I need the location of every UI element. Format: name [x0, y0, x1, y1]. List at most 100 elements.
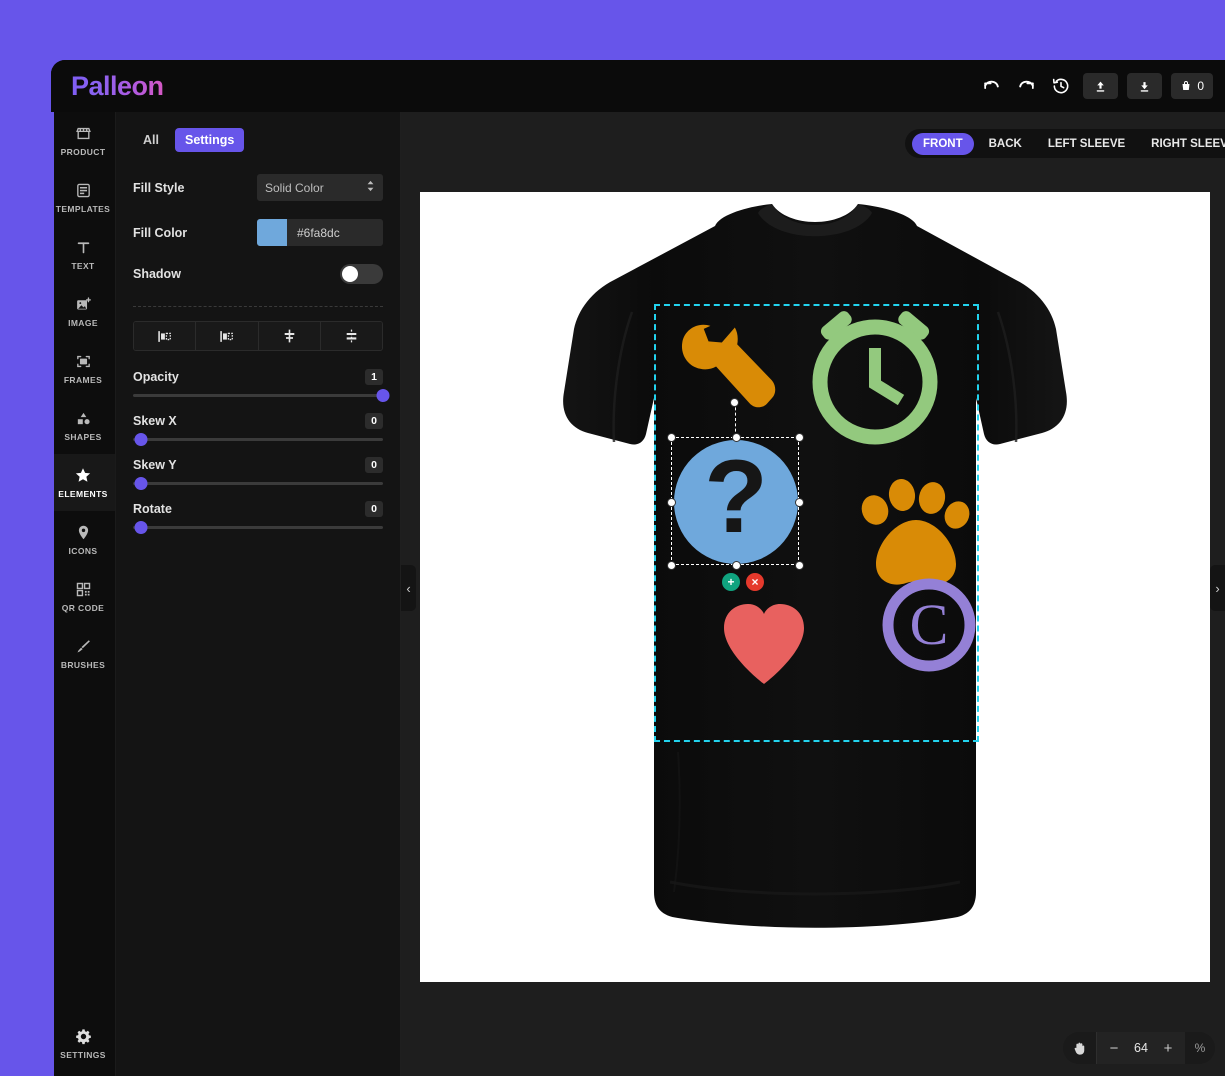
upload-button[interactable]	[1083, 73, 1119, 99]
skew-y-track[interactable]	[133, 477, 383, 490]
shadow-label: Shadow	[133, 267, 181, 281]
align-horizontal-right-icon[interactable]	[196, 322, 259, 350]
shadow-toggle[interactable]	[340, 264, 383, 284]
sidebar-item-label: QR CODE	[61, 603, 105, 613]
align-horizontal-left-icon[interactable]	[134, 322, 197, 350]
skew-x-value: 0	[365, 413, 383, 429]
qrcode-icon	[75, 580, 92, 598]
skew-x-track[interactable]	[133, 433, 383, 446]
redo-icon[interactable]	[1013, 73, 1039, 99]
sidebar-item-icons[interactable]: ICONS	[51, 511, 115, 568]
app-window: Palleon 0 PRODUCT TEMPLATES TEXT IMAGE F…	[51, 60, 1225, 1076]
resize-handle-top-left[interactable]	[667, 433, 676, 442]
fill-style-value: Solid Color	[265, 180, 324, 195]
zoom-value[interactable]: 64	[1127, 1041, 1155, 1055]
sidebar-item-elements[interactable]: ELEMENTS	[51, 454, 115, 511]
distribute-vertical-icon[interactable]	[320, 322, 382, 350]
download-button[interactable]	[1127, 73, 1163, 99]
text-icon	[75, 238, 92, 256]
toggle-knob	[342, 266, 358, 282]
cart-button[interactable]: 0	[1171, 73, 1213, 99]
sidebar-item-label: TEXT	[71, 261, 95, 271]
skew-y-knob[interactable]	[134, 477, 147, 490]
star-icon	[74, 466, 92, 484]
opacity-knob[interactable]	[376, 389, 390, 402]
skew-x-knob[interactable]	[134, 433, 147, 446]
svg-text:C: C	[910, 592, 949, 657]
selection-box[interactable]	[667, 433, 804, 570]
fill-style-select[interactable]: Solid Color	[257, 174, 383, 201]
rail-spacer	[51, 682, 115, 1015]
opacity-track[interactable]	[133, 389, 390, 402]
tab-all[interactable]: All	[133, 128, 169, 152]
tab-settings[interactable]: Settings	[174, 128, 245, 152]
undo-icon[interactable]	[978, 73, 1004, 99]
sidebar-item-text[interactable]: TEXT	[51, 226, 115, 283]
fill-color-label: Fill Color	[133, 225, 188, 240]
collapse-panel-left-button[interactable]: ‹	[401, 565, 416, 611]
fill-color-swatch[interactable]	[257, 219, 287, 246]
app-body: PRODUCT TEMPLATES TEXT IMAGE FRAMES SHAP…	[51, 112, 1225, 1076]
pan-hand-icon[interactable]	[1063, 1032, 1097, 1064]
resize-handle-middle-left[interactable]	[667, 498, 676, 507]
align-vertical-center-icon[interactable]	[258, 322, 321, 350]
tab-left-sleeve[interactable]: LEFT SLEEVE	[1037, 133, 1136, 155]
fill-style-label: Fill Style	[133, 180, 185, 195]
pin-icon	[75, 523, 92, 541]
design-canvas[interactable]: ? C + ×	[420, 192, 1210, 982]
resize-handle-bottom-left[interactable]	[667, 561, 676, 570]
skew-x-header: Skew X 0	[133, 413, 383, 429]
sidebar-item-product[interactable]: PRODUCT	[51, 112, 115, 169]
sidebar-item-label: FRAMES	[63, 375, 103, 385]
panel-divider	[133, 306, 383, 307]
fill-color-input[interactable]: #6fa8dc	[257, 219, 383, 246]
brush-icon	[75, 637, 92, 655]
zoom-unit-button[interactable]: %	[1185, 1032, 1215, 1064]
gear-icon	[75, 1027, 92, 1045]
sidebar-item-templates[interactable]: TEMPLATES	[51, 169, 115, 226]
zoom-out-button[interactable]: −	[1101, 1032, 1127, 1064]
rotate-header: Rotate 0	[133, 501, 383, 517]
tab-front[interactable]: FRONT	[912, 132, 974, 155]
skew-x-label: Skew X	[133, 414, 177, 428]
tab-back[interactable]: BACK	[978, 133, 1033, 155]
opacity-value: 1	[365, 369, 383, 385]
sidebar-item-frames[interactable]: FRAMES	[51, 340, 115, 397]
fill-color-row: Fill Color #6fa8dc	[133, 219, 383, 246]
zoom-in-button[interactable]: +	[1155, 1032, 1181, 1064]
history-icon[interactable]	[1048, 73, 1074, 99]
sidebar-item-label: TEMPLATES	[55, 204, 111, 214]
resize-handle-middle-right[interactable]	[795, 498, 804, 507]
rotate-knob[interactable]	[134, 521, 147, 534]
sidebar-item-qr-code[interactable]: QR CODE	[51, 568, 115, 625]
duplicate-element-button[interactable]: +	[722, 573, 740, 591]
delete-element-button[interactable]: ×	[746, 573, 764, 591]
resize-handle-top-center[interactable]	[732, 433, 741, 442]
resize-handle-bottom-center[interactable]	[732, 561, 741, 570]
align-toolbar	[133, 321, 383, 351]
rotate-label: Rotate	[133, 502, 172, 516]
tab-right-sleeve[interactable]: RIGHT SLEEVE	[1140, 133, 1225, 155]
sidebar-item-shapes[interactable]: SHAPES	[51, 397, 115, 454]
canvas-workspace[interactable]: FRONT BACK LEFT SLEEVE RIGHT SLEEVE	[401, 112, 1225, 1076]
rotate-value: 0	[365, 501, 383, 517]
resize-handle-top-right[interactable]	[795, 433, 804, 442]
sidebar-item-settings[interactable]: SETTINGS	[51, 1015, 115, 1072]
rotate-track[interactable]	[133, 521, 383, 534]
sidebar-item-label: SHAPES	[64, 432, 102, 442]
zoom-toolbar: − 64 + %	[1063, 1032, 1215, 1064]
resize-handle-bottom-right[interactable]	[795, 561, 804, 570]
sidebar-item-label: PRODUCT	[60, 147, 106, 157]
sidebar-item-brushes[interactable]: BRUSHES	[51, 625, 115, 682]
shadow-row: Shadow	[133, 264, 383, 284]
left-rail: PRODUCT TEMPLATES TEXT IMAGE FRAMES SHAP…	[51, 112, 116, 1076]
sidebar-item-label: BRUSHES	[60, 660, 106, 670]
rotation-handle[interactable]	[730, 398, 739, 407]
top-actions: 0	[978, 73, 1213, 99]
panel-tabs: All Settings	[133, 128, 383, 152]
app-logo[interactable]: Palleon	[63, 71, 164, 102]
collapse-panel-right-button[interactable]: ›	[1210, 565, 1225, 611]
template-icon	[75, 181, 92, 199]
sidebar-item-image[interactable]: IMAGE	[51, 283, 115, 340]
image-icon	[75, 295, 92, 313]
